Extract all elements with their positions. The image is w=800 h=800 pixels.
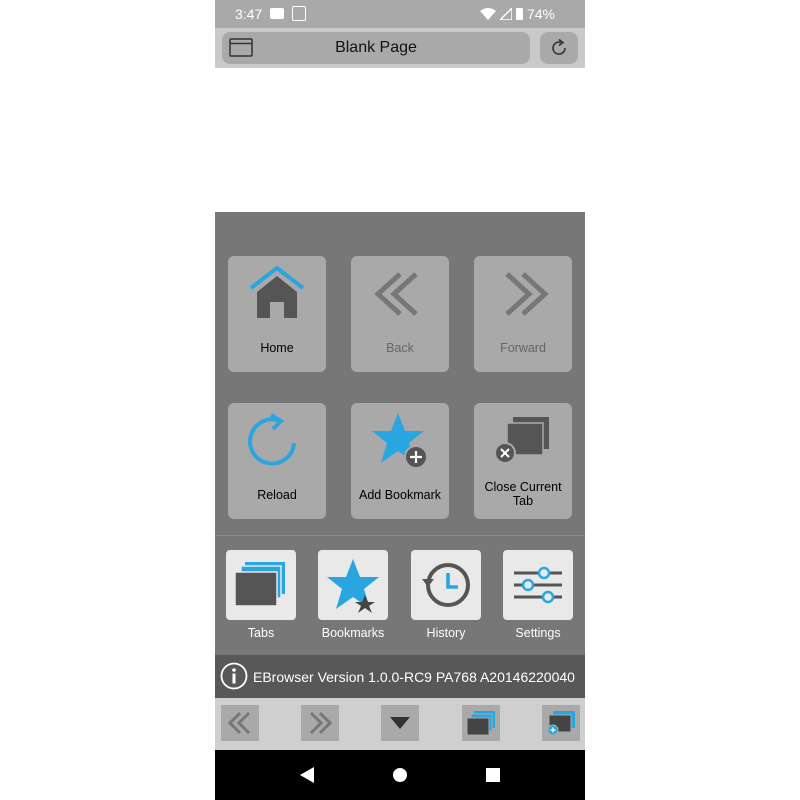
toolbar-new-tab-button[interactable] — [542, 705, 580, 741]
wifi-icon — [479, 8, 496, 20]
back-icon — [374, 272, 418, 316]
menu-divider — [215, 535, 585, 536]
bookmarks-label: Bookmarks — [321, 626, 385, 640]
settings-sliders-icon — [514, 566, 562, 604]
forward-label: Forward — [500, 341, 546, 355]
web-content[interactable] — [215, 68, 585, 212]
reload-tile[interactable]: Reload — [228, 403, 326, 519]
settings-label: Settings — [515, 626, 561, 640]
nav-home-icon[interactable] — [392, 766, 408, 784]
toolbar-forward-icon — [309, 711, 333, 735]
new-tab-icon — [547, 711, 575, 736]
bookmarks-action[interactable]: Bookmarks — [317, 550, 389, 640]
system-nav-bar — [215, 750, 585, 800]
toolbar-back-icon — [227, 711, 251, 735]
refresh-icon — [552, 38, 566, 55]
history-action[interactable]: History — [410, 550, 482, 640]
close-tab-tile[interactable]: Close Current Tab — [474, 403, 572, 519]
nav-back-icon[interactable] — [299, 766, 315, 784]
status-time: 3:47 — [235, 6, 263, 22]
toolbar-back-button[interactable] — [221, 705, 259, 741]
notification-icon — [270, 8, 284, 19]
tabs-label: Tabs — [247, 626, 275, 640]
battery-percent: 74% — [526, 6, 555, 22]
add-bookmark-label: Add Bookmark — [359, 488, 441, 502]
version-text: EBrowser Version 1.0.0-RC9 PA768 A201462… — [253, 669, 575, 685]
battery-icon — [515, 8, 523, 20]
url-bar: Blank Page — [215, 28, 585, 68]
forward-tile[interactable]: Forward — [474, 256, 572, 372]
version-bar: EBrowser Version 1.0.0-RC9 PA768 A201462… — [215, 655, 585, 698]
phone-screen: 3:47 74% Blank Page Home Back Forward Re… — [215, 0, 585, 800]
toolbar-tabs-icon — [466, 711, 495, 736]
settings-action[interactable]: Settings — [502, 550, 574, 640]
tabs-action[interactable]: Tabs — [225, 550, 297, 640]
home-tile[interactable]: Home — [228, 256, 326, 372]
calendar-icon — [292, 6, 306, 21]
close-tab-label: Close Current Tab — [484, 480, 562, 508]
reload-icon — [248, 413, 296, 466]
url-field[interactable]: Blank Page — [222, 32, 530, 64]
history-icon — [422, 563, 470, 607]
toolbar-tabs-button[interactable] — [462, 705, 500, 741]
reload-top-button[interactable] — [540, 32, 578, 64]
chevron-down-icon — [390, 717, 410, 729]
tabs-icon — [234, 562, 285, 607]
close-tab-icon — [494, 417, 549, 464]
toolbar-forward-button[interactable] — [301, 705, 339, 741]
back-label: Back — [386, 341, 414, 355]
bottom-toolbar — [215, 698, 585, 750]
history-label: History — [426, 626, 466, 640]
reload-label: Reload — [257, 488, 297, 502]
forward-icon — [505, 272, 549, 316]
home-icon — [249, 265, 305, 318]
home-label: Home — [260, 341, 294, 355]
add-bookmark-icon — [372, 413, 428, 469]
signal-icon — [499, 8, 512, 20]
add-bookmark-tile[interactable]: Add Bookmark — [351, 403, 449, 519]
page-title: Blank Page — [335, 39, 417, 56]
info-icon[interactable] — [220, 662, 248, 690]
nav-recents-icon[interactable] — [485, 766, 501, 784]
status-bar: 3:47 74% — [215, 0, 585, 28]
toolbar-menu-button[interactable] — [381, 705, 419, 741]
bookmarks-icon — [327, 559, 379, 613]
back-tile[interactable]: Back — [351, 256, 449, 372]
